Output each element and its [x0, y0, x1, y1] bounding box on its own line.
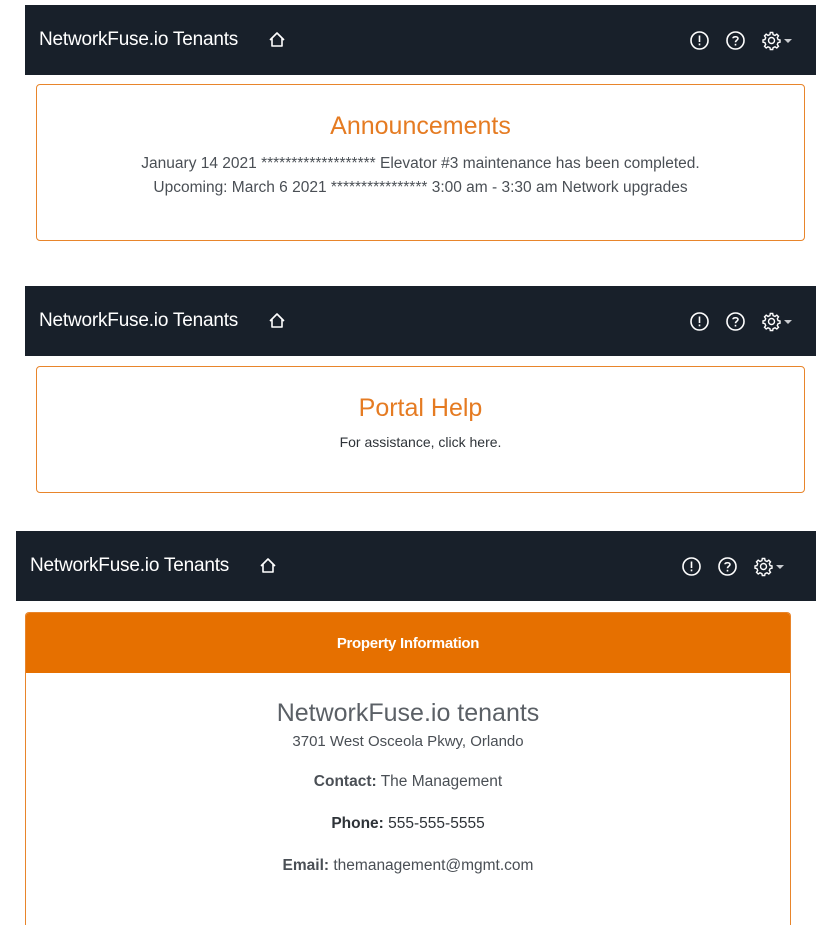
- help-icon[interactable]: [725, 311, 746, 332]
- email-value[interactable]: themanagement@mgmt.com: [333, 857, 533, 874]
- announcements-title: Announcements: [330, 112, 511, 140]
- phone-row: Phone: 555-555-5555: [26, 815, 790, 833]
- brand-link[interactable]: NetworkFuse.io Tenants: [30, 555, 229, 577]
- email-label: Email:: [282, 857, 330, 874]
- chevron-down-icon: [784, 319, 792, 324]
- portal-help-link[interactable]: For assistance, click here.: [37, 434, 804, 450]
- property-name: NetworkFuse.io tenants: [276, 699, 540, 727]
- navbar-actions: [689, 311, 792, 332]
- brand-link[interactable]: NetworkFuse.io Tenants: [39, 29, 238, 51]
- home-icon[interactable]: [267, 311, 287, 331]
- settings-dropdown[interactable]: [761, 30, 792, 51]
- portal-help-title: Portal Help: [358, 394, 483, 422]
- alert-icon[interactable]: [689, 30, 710, 51]
- contact-row: Contact: The Management: [26, 773, 790, 791]
- home-icon[interactable]: [267, 30, 287, 50]
- help-icon[interactable]: [717, 556, 738, 577]
- top-navbar: NetworkFuse.io Tenants: [25, 5, 816, 75]
- top-navbar: NetworkFuse.io Tenants: [16, 531, 816, 601]
- announcements-body: January 14 2021 ******************* Elev…: [37, 152, 804, 200]
- phone-value: 555-555-5555: [388, 815, 485, 832]
- portal-help-card: Portal Help For assistance, click here.: [36, 366, 805, 493]
- settings-icon: [753, 556, 774, 577]
- chevron-down-icon: [776, 564, 784, 569]
- property-info-card: Property Information NetworkFuse.io tena…: [25, 612, 791, 925]
- contact-label: Contact:: [313, 773, 377, 790]
- announcement-line: January 14 2021 ******************* Elev…: [141, 155, 700, 172]
- property-info-header: Property Information: [26, 613, 790, 673]
- top-navbar: NetworkFuse.io Tenants: [25, 286, 816, 356]
- alert-icon[interactable]: [689, 311, 710, 332]
- email-row: Email: themanagement@mgmt.com: [26, 857, 790, 875]
- phone-label: Phone:: [331, 815, 384, 832]
- contact-value: The Management: [380, 773, 503, 790]
- brand-link[interactable]: NetworkFuse.io Tenants: [39, 310, 238, 332]
- alert-icon[interactable]: [681, 556, 702, 577]
- navbar-actions: [689, 30, 792, 51]
- settings-icon: [761, 311, 782, 332]
- settings-dropdown[interactable]: [761, 311, 792, 332]
- navbar-actions: [681, 556, 784, 577]
- announcements-card: Announcements January 14 2021 **********…: [36, 84, 805, 241]
- chevron-down-icon: [784, 38, 792, 43]
- settings-dropdown[interactable]: [753, 556, 784, 577]
- home-icon[interactable]: [258, 556, 278, 576]
- help-icon[interactable]: [725, 30, 746, 51]
- settings-icon: [761, 30, 782, 51]
- announcement-line: Upcoming: March 6 2021 **************** …: [153, 179, 688, 196]
- property-address: 3701 West Osceola Pkwy, Orlando: [292, 733, 524, 750]
